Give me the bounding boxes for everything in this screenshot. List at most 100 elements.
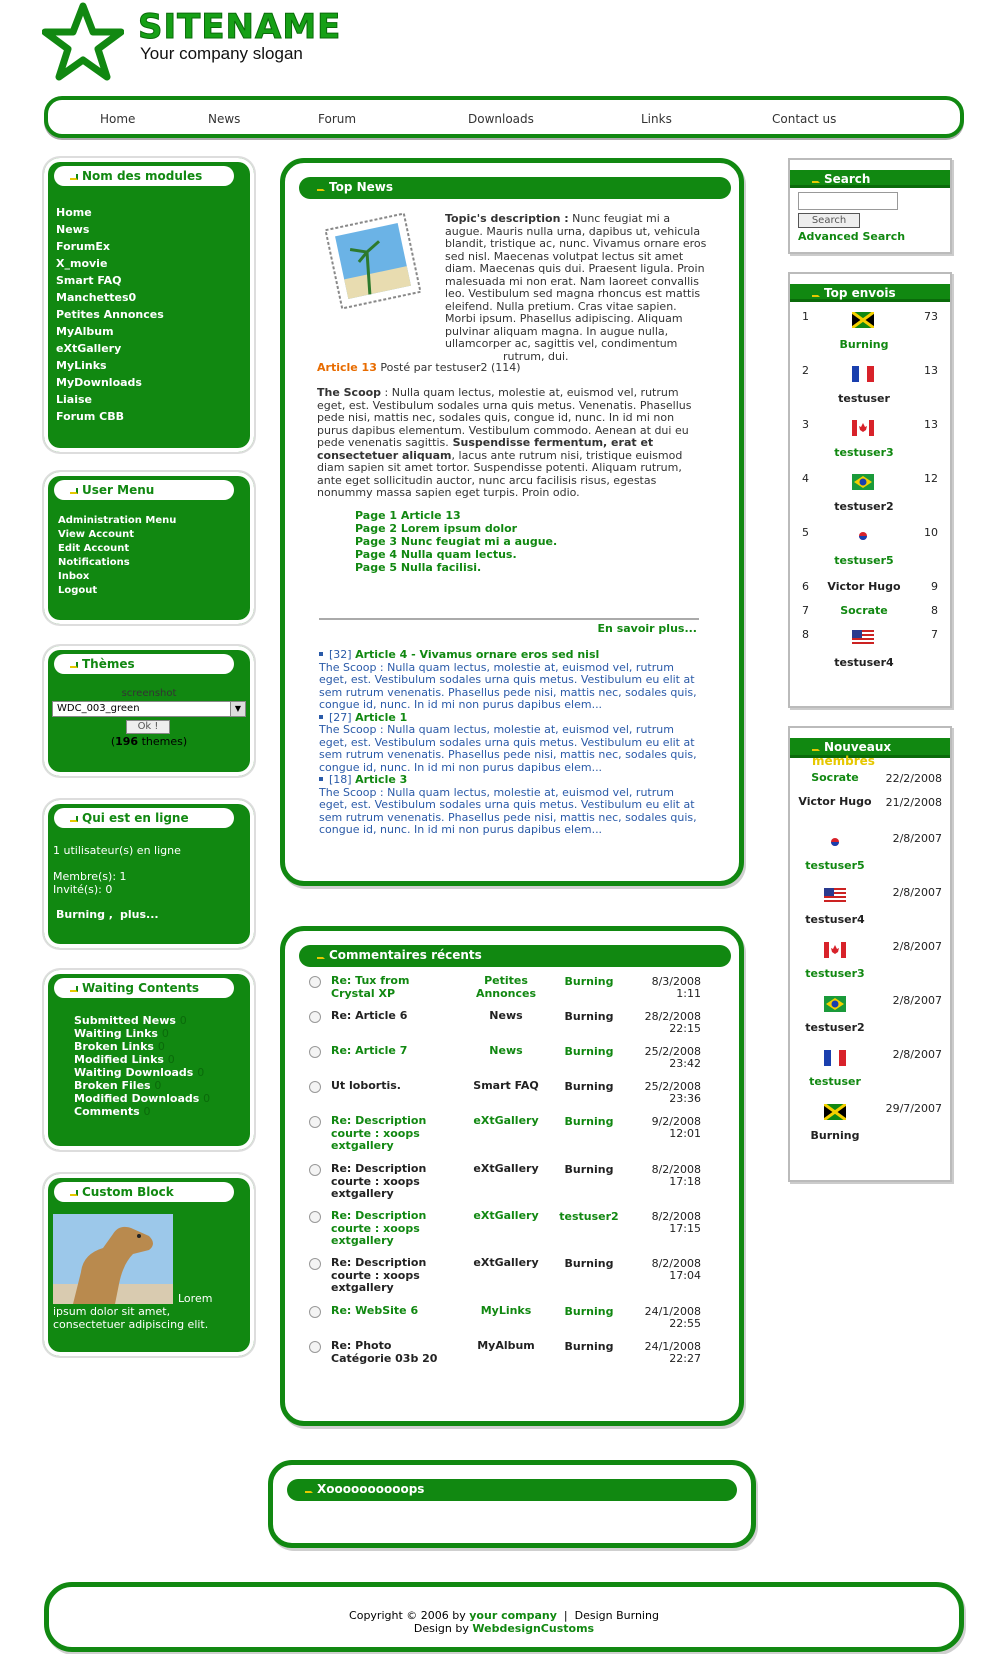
comment-module[interactable]: eXtGallery <box>465 1162 547 1176</box>
nav-news[interactable]: News <box>208 112 240 126</box>
comment-module[interactable]: eXtGallery <box>465 1114 547 1128</box>
top-user-link[interactable]: testuser <box>814 392 914 405</box>
module-link[interactable]: Home <box>56 204 164 221</box>
theme-ok-button[interactable]: Ok ! <box>126 720 170 734</box>
search-input[interactable] <box>798 192 898 210</box>
online-user-link[interactable]: Burning , <box>56 908 113 921</box>
module-link[interactable]: Manchettes0 <box>56 289 164 306</box>
comment-module[interactable]: MyLinks <box>465 1304 547 1318</box>
footer-designer-link[interactable]: WebdesignCustoms <box>472 1622 594 1635</box>
comment-user[interactable]: Burning <box>553 1045 625 1058</box>
theme-select[interactable]: WDC_003_green ▼ <box>52 701 246 717</box>
waiting-item[interactable]: Broken Links 0 <box>74 1040 210 1053</box>
new-member-link[interactable]: testuser <box>794 1075 876 1089</box>
comment-subject[interactable]: Re: WebSite 6 <box>331 1304 449 1318</box>
article-page-link[interactable]: Page 2 Lorem ipsum dolor <box>355 522 557 535</box>
comment-subject[interactable]: Re: Description courte : xoops extgaller… <box>331 1209 449 1248</box>
comment-user[interactable]: Burning <box>553 1115 625 1128</box>
top-user-link[interactable]: Victor Hugo <box>814 580 914 593</box>
chevron-down-icon[interactable]: ▼ <box>230 702 245 716</box>
top-user-link[interactable]: testuser3 <box>814 446 914 459</box>
comment-user[interactable]: Burning <box>553 1010 625 1023</box>
comment-module[interactable]: News <box>465 1044 547 1058</box>
module-link[interactable]: MyDownloads <box>56 374 164 391</box>
comment-module[interactable]: News <box>465 1009 547 1023</box>
new-member-link[interactable]: testuser3 <box>794 967 876 981</box>
article-link[interactable]: Article 13 <box>317 361 377 374</box>
news-item-link[interactable]: Article 4 - Vivamus ornare eros sed nisl <box>355 648 599 661</box>
user-menu-inbox[interactable]: Inbox <box>58 570 176 584</box>
comment-module[interactable]: MyAlbum <box>465 1339 547 1353</box>
article-page-link[interactable]: Page 1 Article 13 <box>355 509 557 522</box>
comment-user[interactable]: Burning <box>553 975 625 988</box>
module-link[interactable]: MyAlbum <box>56 323 164 340</box>
site-name[interactable]: SITENAME <box>137 10 341 45</box>
new-member-link[interactable]: testuser5 <box>794 859 876 873</box>
comment-subject[interactable]: Re: Tux from Crystal XP <box>331 974 449 1000</box>
module-link[interactable]: Smart FAQ <box>56 272 164 289</box>
nav-contact[interactable]: Contact us <box>772 112 836 126</box>
advanced-search-link[interactable]: Advanced Search <box>798 230 905 243</box>
waiting-item[interactable]: Comments 0 <box>74 1105 210 1118</box>
online-more-link[interactable]: plus... <box>120 908 159 921</box>
nav-links[interactable]: Links <box>641 112 672 126</box>
comment-user[interactable]: Burning <box>553 1305 625 1318</box>
waiting-item[interactable]: Modified Links 0 <box>74 1053 210 1066</box>
waiting-item[interactable]: Modified Downloads 0 <box>74 1092 210 1105</box>
user-menu-logout[interactable]: Logout <box>58 584 176 598</box>
nav-downloads[interactable]: Downloads <box>468 112 534 126</box>
footer-company-link[interactable]: your company <box>469 1609 557 1622</box>
waiting-item[interactable]: Broken Files 0 <box>74 1079 210 1092</box>
module-link[interactable]: eXtGallery <box>56 340 164 357</box>
new-member-link[interactable]: testuser4 <box>794 913 876 927</box>
comment-user[interactable]: Burning <box>553 1257 625 1270</box>
nav-forum[interactable]: Forum <box>318 112 356 126</box>
article-page-link[interactable]: Page 5 Nulla facilisi. <box>355 561 557 574</box>
waiting-item[interactable]: Waiting Links 0 <box>74 1027 210 1040</box>
comment-subject[interactable]: Re: Description courte : xoops extgaller… <box>331 1114 449 1153</box>
module-link[interactable]: Forum CBB <box>56 408 164 425</box>
module-link[interactable]: X_movie <box>56 255 164 272</box>
comment-user[interactable]: Burning <box>553 1163 625 1176</box>
new-member-link[interactable]: Socrate <box>794 771 876 785</box>
module-link[interactable]: ForumEx <box>56 238 164 255</box>
waiting-item[interactable]: Waiting Downloads 0 <box>74 1066 210 1079</box>
comment-module[interactable]: eXtGallery <box>465 1256 547 1270</box>
user-menu-edit-account[interactable]: Edit Account <box>58 542 176 556</box>
comment-subject[interactable]: Ut lobortis. <box>331 1079 449 1093</box>
waiting-item[interactable]: Submitted News 0 <box>74 1014 210 1027</box>
comment-module[interactable]: eXtGallery <box>465 1209 547 1223</box>
comment-module[interactable]: Smart FAQ <box>465 1079 547 1093</box>
comment-module[interactable]: Petites Annonces <box>465 974 547 1000</box>
user-menu-notifications[interactable]: Notifications <box>58 556 176 570</box>
read-more-link[interactable]: En savoir plus... <box>585 622 697 635</box>
new-member-link[interactable]: Burning <box>794 1129 876 1143</box>
comment-subject[interactable]: Re: Photo Catégorie 03b 20 <box>331 1339 449 1365</box>
comment-user[interactable]: Burning <box>553 1340 625 1353</box>
comment-subject[interactable]: Re: Article 6 <box>331 1009 449 1023</box>
comment-subject[interactable]: Re: Description courte : xoops extgaller… <box>331 1256 449 1295</box>
user-menu-view-account[interactable]: View Account <box>58 528 176 542</box>
article-page-link[interactable]: Page 3 Nunc feugiat mi a augue. <box>355 535 557 548</box>
new-member-link[interactable]: testuser2 <box>794 1021 876 1035</box>
nav-home[interactable]: Home <box>100 112 135 126</box>
comment-user[interactable]: Burning <box>553 1080 625 1093</box>
article-page-link[interactable]: Page 4 Nulla quam lectus. <box>355 548 557 561</box>
module-link[interactable]: Liaise <box>56 391 164 408</box>
top-user-link[interactable]: Burning <box>814 338 914 351</box>
comment-user[interactable]: testuser2 <box>553 1210 625 1223</box>
new-member-link[interactable]: Victor Hugo <box>794 795 876 809</box>
news-item-link[interactable]: Article 3 <box>355 773 407 786</box>
module-link[interactable]: MyLinks <box>56 357 164 374</box>
search-button[interactable]: Search <box>798 213 860 228</box>
news-item-link[interactable]: Article 1 <box>355 711 407 724</box>
comment-subject[interactable]: Re: Description courte : xoops extgaller… <box>331 1162 449 1201</box>
top-user-link[interactable]: Socrate <box>814 604 914 617</box>
module-link[interactable]: Petites Annonces <box>56 306 164 323</box>
top-user-link[interactable]: testuser5 <box>814 554 914 567</box>
module-link[interactable]: News <box>56 221 164 238</box>
user-menu-admin[interactable]: Administration Menu <box>58 514 176 528</box>
comment-subject[interactable]: Re: Article 7 <box>331 1044 449 1058</box>
top-user-link[interactable]: testuser4 <box>814 656 914 669</box>
top-user-link[interactable]: testuser2 <box>814 500 914 513</box>
